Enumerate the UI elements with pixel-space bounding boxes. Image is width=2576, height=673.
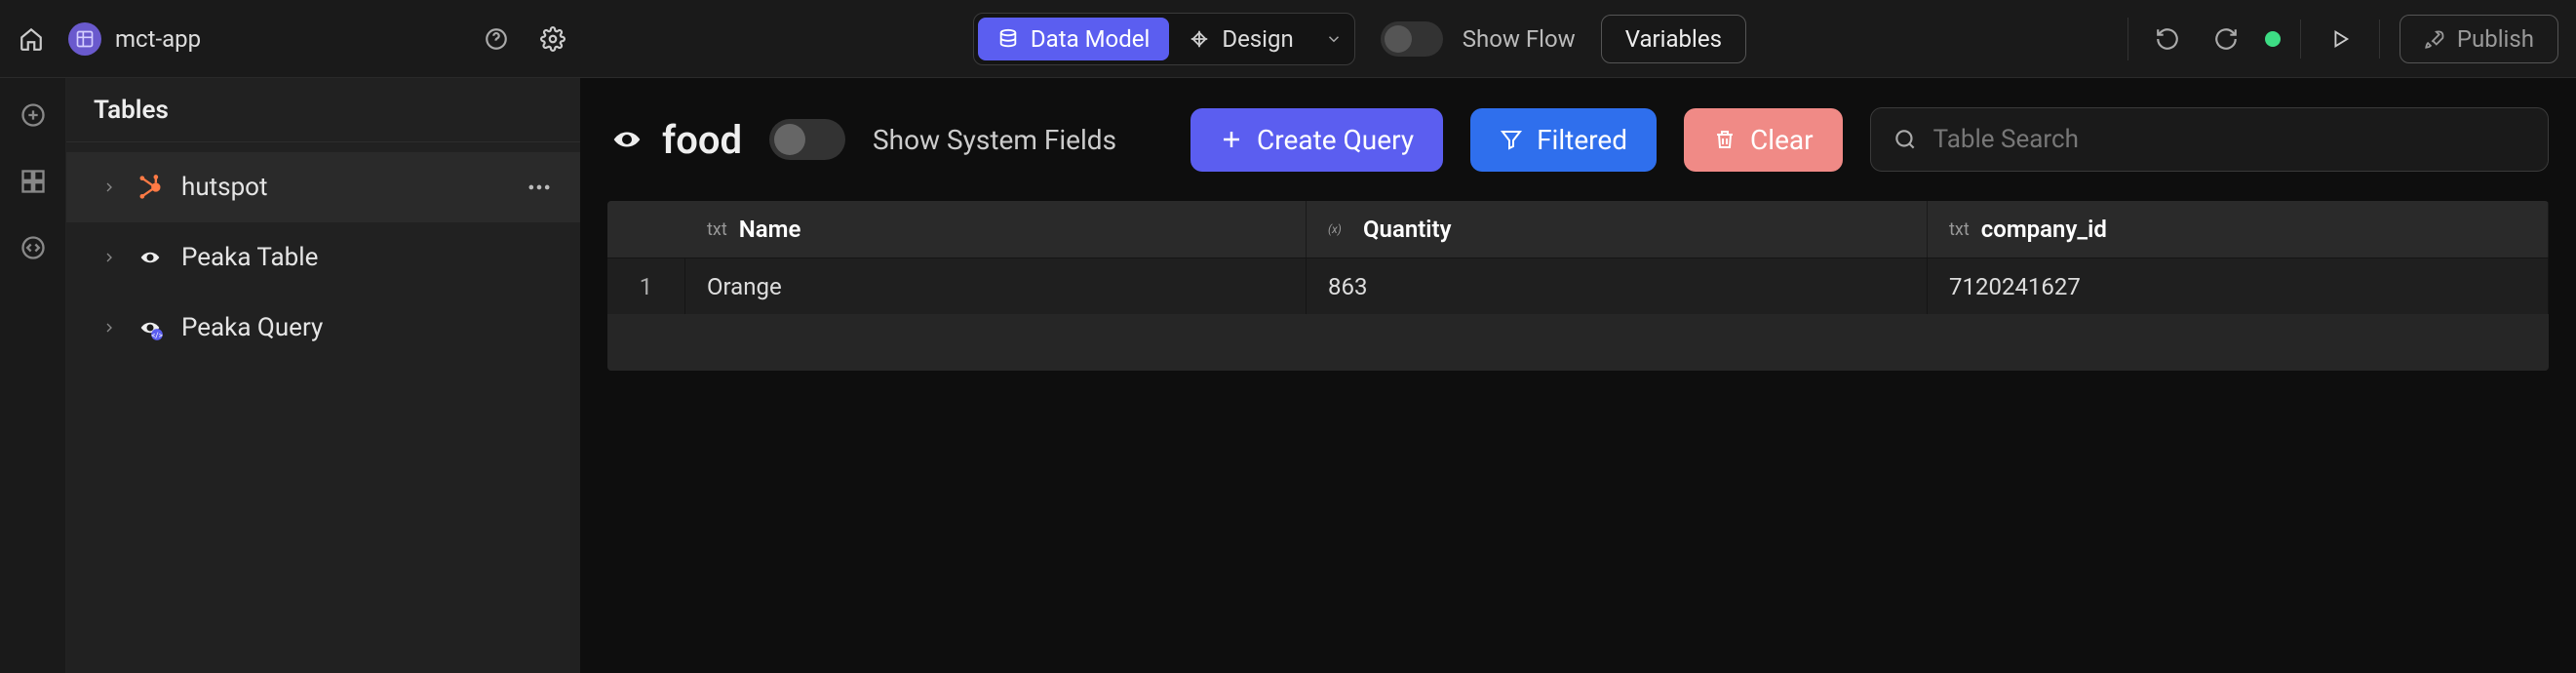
row-more-button[interactable] xyxy=(526,174,553,201)
search-icon xyxy=(1893,127,1918,152)
show-flow-label: Show Flow xyxy=(1463,25,1576,53)
show-flow-toggle[interactable] xyxy=(1381,21,1443,57)
mode-design-label: Design xyxy=(1222,25,1293,53)
trash-icon xyxy=(1713,128,1737,151)
col-type: txt xyxy=(707,219,727,240)
topbar: mct-app Data Model Design xyxy=(0,0,2576,78)
cell-quantity[interactable]: 863 xyxy=(1307,257,1928,314)
mode-design[interactable]: Design xyxy=(1169,18,1349,60)
col-quantity[interactable]: (x) Quantity xyxy=(1307,201,1928,257)
col-label: Quantity xyxy=(1363,216,1452,243)
more-icon xyxy=(526,174,553,201)
col-type: txt xyxy=(1949,219,1970,240)
app-icon xyxy=(68,22,101,56)
sidebar-item-peaka-query[interactable]: </> Peaka Query xyxy=(66,293,580,363)
sidebar-header: Tables xyxy=(66,78,580,142)
nav-rail xyxy=(0,78,66,673)
col-label: company_id xyxy=(1981,216,2107,243)
table-row[interactable]: 1 Orange 863 7120241627 xyxy=(607,257,2549,314)
plus-circle-icon xyxy=(20,101,47,129)
svg-text:</>: </> xyxy=(151,331,163,340)
clear-button[interactable]: Clear xyxy=(1684,108,1843,172)
col-company-id[interactable]: txt company_id xyxy=(1928,201,2549,257)
plus-icon xyxy=(1220,128,1243,151)
col-name[interactable]: txt Name xyxy=(685,201,1307,257)
svg-text:(x): (x) xyxy=(1328,222,1342,236)
cell-name[interactable]: Orange xyxy=(685,257,1307,314)
row-index: 1 xyxy=(607,257,685,314)
rail-add-button[interactable] xyxy=(14,96,53,135)
undo-button[interactable] xyxy=(2148,20,2187,59)
mode-data-model[interactable]: Data Model xyxy=(978,18,1169,60)
run-button[interactable] xyxy=(2321,20,2360,59)
chevron-down-icon xyxy=(1325,30,1343,48)
grid-header: txt Name (x) Quantity txt company_id xyxy=(607,201,2549,257)
main-panel: food Show System Fields Create Query Fil… xyxy=(580,78,2576,673)
cell-company-id[interactable]: 7120241627 xyxy=(1928,257,2549,314)
variables-button[interactable]: Variables xyxy=(1601,15,1746,63)
create-query-button[interactable]: Create Query xyxy=(1190,108,1443,172)
play-icon xyxy=(2329,28,2351,50)
settings-button[interactable] xyxy=(533,20,572,59)
show-system-fields-label: Show System Fields xyxy=(873,124,1116,156)
current-table: food xyxy=(607,117,742,163)
help-icon xyxy=(484,26,509,52)
mode-switch: Data Model Design xyxy=(973,13,1355,65)
table-search[interactable] xyxy=(1870,107,2549,172)
design-icon xyxy=(1189,28,1210,50)
rail-grid-button[interactable] xyxy=(14,162,53,201)
gear-icon xyxy=(540,26,566,52)
redo-button[interactable] xyxy=(2206,20,2245,59)
grid-icon xyxy=(20,168,47,195)
table-title: food xyxy=(662,117,742,163)
app-chip[interactable]: mct-app xyxy=(68,22,201,56)
rail-code-button[interactable] xyxy=(14,228,53,267)
hubspot-icon xyxy=(135,172,166,203)
peaka-icon xyxy=(607,120,646,159)
chevron-right-icon xyxy=(101,250,119,265)
col-label: Name xyxy=(739,216,801,243)
sidebar-item-label: Peaka Table xyxy=(181,243,318,272)
sidebar-item-label: hutspot xyxy=(181,173,268,202)
app-name: mct-app xyxy=(115,25,201,53)
rocket-icon xyxy=(2424,28,2445,50)
col-type: (x) xyxy=(1328,219,1351,239)
main-toolbar: food Show System Fields Create Query Fil… xyxy=(607,105,2549,174)
mode-data-model-label: Data Model xyxy=(1031,25,1150,53)
help-button[interactable] xyxy=(477,20,516,59)
variables-label: Variables xyxy=(1625,25,1722,53)
sidebar-item-hubspot[interactable]: hutspot xyxy=(66,152,580,222)
peaka-icon xyxy=(135,242,166,273)
home-button[interactable] xyxy=(12,20,51,59)
chevron-right-icon xyxy=(101,320,119,336)
data-grid: txt Name (x) Quantity txt company_id xyxy=(607,201,2549,371)
funnel-icon xyxy=(1500,128,1523,151)
sidebar: Tables hutspot xyxy=(66,78,580,673)
peaka-query-icon: </> xyxy=(135,312,166,343)
grid-footer xyxy=(607,314,2549,371)
sidebar-item-label: Peaka Query xyxy=(181,313,323,342)
create-query-label: Create Query xyxy=(1257,124,1414,156)
sidebar-item-peaka-table[interactable]: Peaka Table xyxy=(66,222,580,293)
home-icon xyxy=(19,26,44,52)
clear-label: Clear xyxy=(1750,124,1814,156)
code-icon xyxy=(20,234,47,261)
status-indicator xyxy=(2265,31,2281,47)
publish-button[interactable]: Publish xyxy=(2400,15,2558,63)
undo-icon xyxy=(2155,26,2180,52)
col-index xyxy=(607,201,685,257)
filtered-label: Filtered xyxy=(1537,124,1627,156)
database-icon xyxy=(997,28,1019,50)
divider xyxy=(2127,18,2128,60)
publish-label: Publish xyxy=(2457,25,2534,53)
chevron-right-icon xyxy=(101,179,119,195)
table-search-input[interactable] xyxy=(1933,125,2526,154)
redo-icon xyxy=(2213,26,2239,52)
show-system-fields-toggle[interactable] xyxy=(769,119,845,160)
filtered-button[interactable]: Filtered xyxy=(1470,108,1657,172)
